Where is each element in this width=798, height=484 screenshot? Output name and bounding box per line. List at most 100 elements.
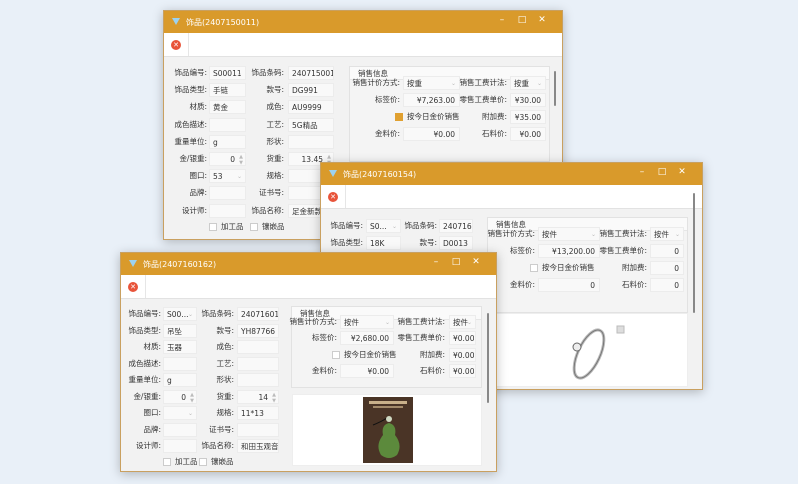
checkbox-1[interactable]: 镶嵌品: [250, 221, 285, 233]
extra-field[interactable]: ¥0.00: [449, 347, 476, 362]
close-record-icon[interactable]: ✕: [328, 192, 338, 202]
checkbox-0[interactable]: 加工品: [163, 456, 198, 468]
checkbox-box[interactable]: [530, 264, 538, 272]
field-input[interactable]: [237, 422, 279, 437]
sales-info-group: 销售信息 销售计价方式: 按重 ⌄ 销售工费计法: 按重 ⌄ 标签价: ¥7,263.00 零售工…: [349, 66, 550, 162]
field-input[interactable]: [288, 134, 334, 149]
pricing-label: 销售计价方式:: [352, 78, 400, 87]
title-bar[interactable]: 饰品(2407160162) – □ ✕: [121, 253, 496, 275]
toolbar: ✕: [321, 185, 702, 209]
chevron-down-icon[interactable]: ⌄: [467, 316, 472, 328]
labor-label: 销售工费计法:: [599, 229, 647, 238]
checkbox-box[interactable]: [199, 457, 207, 466]
extra-label: 附加费:: [419, 349, 445, 359]
gold-label: 金料价:: [311, 366, 337, 376]
toolbar-divider: [345, 185, 346, 208]
field-input[interactable]: DG991: [288, 83, 334, 98]
chevron-down-icon[interactable]: ⌄: [675, 228, 680, 240]
checkbox-box[interactable]: [250, 222, 258, 231]
pendant-bead: [386, 416, 392, 422]
labor-field[interactable]: 按件 ⌄: [650, 227, 684, 241]
field-input[interactable]: 5G精品: [288, 117, 334, 132]
checkbox-box[interactable]: [332, 350, 340, 359]
title-bar[interactable]: 饰品(2407160154) – □ ✕: [321, 163, 702, 185]
minimize-button[interactable]: –: [494, 15, 510, 25]
field-input[interactable]: 2407150011: [288, 66, 334, 80]
unit_labor-field-value: 0: [674, 247, 679, 256]
field-input[interactable]: 14 ▲ ▼: [237, 389, 279, 404]
close-record-icon[interactable]: ✕: [171, 40, 181, 50]
stone-field-value: 0: [674, 281, 679, 290]
field-label: 饰品类型:: [330, 238, 363, 247]
field-label: 材质:: [143, 342, 161, 351]
checkbox-box[interactable]: [163, 457, 171, 466]
field-input[interactable]: 11*13: [237, 406, 279, 420]
unit_labor-label: 零售工费单价:: [599, 246, 647, 255]
field-label: 形状:: [216, 375, 234, 384]
scrollbar[interactable]: [693, 193, 695, 313]
close-button[interactable]: ✕: [674, 167, 690, 177]
checkbox-box[interactable]: [395, 113, 403, 121]
field-label: 成色描述:: [128, 358, 161, 368]
window-title: 饰品(2407150011): [186, 18, 260, 27]
pricing-label: 销售计价方式:: [487, 229, 535, 238]
checkbox-0[interactable]: 加工品: [209, 221, 244, 233]
extra-field-value: ¥0.00: [453, 350, 475, 360]
extra-field[interactable]: ¥35.00: [510, 110, 546, 124]
field-label: 金/银重:: [179, 154, 207, 163]
scrollbar[interactable]: [554, 71, 556, 106]
minimize-button[interactable]: –: [428, 257, 444, 267]
labor-label: 销售工费计法:: [397, 317, 445, 326]
field-label: 形状:: [266, 136, 284, 146]
unit_labor-field[interactable]: ¥0.00: [449, 331, 476, 346]
unit_labor-label: 零售工费单价:: [459, 95, 507, 104]
field-label: 规格:: [266, 171, 284, 181]
title-bar[interactable]: 饰品(2407150011) – □ ✕: [164, 11, 562, 33]
app-logo-icon: [172, 18, 180, 25]
field-input[interactable]: AU9999: [288, 100, 334, 115]
field-label: 成色:: [216, 342, 234, 351]
field-input-value: 11*13: [241, 409, 264, 418]
pricing-field-value: 按件: [542, 230, 557, 239]
stone-field[interactable]: ¥0.00: [510, 127, 546, 141]
labor-field[interactable]: 按重 ⌄: [510, 76, 546, 90]
poster-heading: [369, 401, 407, 404]
checkbox-1[interactable]: 镶嵌品: [199, 456, 234, 468]
checkbox-label: 镶嵌品: [211, 456, 234, 466]
unit_labor-field-value: ¥30.00: [514, 96, 541, 105]
close-record-icon[interactable]: ✕: [128, 282, 138, 292]
field-label: 饰品编号:: [330, 221, 363, 230]
field-label: 饰品名称:: [251, 205, 284, 215]
spin-arrows-icon[interactable]: ▲▼: [272, 392, 276, 403]
labor-field[interactable]: 按件 ⌄: [449, 315, 476, 329]
labor-label: 销售工费计法:: [459, 78, 507, 87]
unit_labor-field[interactable]: ¥30.00: [510, 93, 546, 107]
stone-field[interactable]: ¥0.00: [449, 364, 476, 379]
minimize-button[interactable]: –: [634, 167, 650, 177]
unit_labor-field[interactable]: 0: [650, 244, 684, 258]
ring-stone: [572, 342, 582, 352]
maximize-button[interactable]: □: [448, 257, 464, 267]
extra-field[interactable]: 0: [650, 261, 684, 275]
field-label: 金/银重:: [133, 391, 161, 401]
chevron-down-icon[interactable]: ⌄: [537, 77, 542, 89]
close-button[interactable]: ✕: [534, 15, 550, 25]
stone-field[interactable]: 0: [650, 278, 684, 292]
product-image: [292, 394, 482, 466]
close-button[interactable]: ✕: [468, 257, 484, 267]
pricing-label: 销售计价方式:: [289, 317, 337, 326]
field-label: 品牌:: [189, 188, 207, 198]
checkbox-label: 加工品: [221, 221, 244, 231]
poster-subheading: [373, 406, 403, 408]
field-input[interactable]: 和田玉观音: [237, 439, 279, 453]
field-label: 品牌:: [143, 424, 161, 434]
pricing-field-value: 按件: [344, 318, 359, 327]
maximize-button[interactable]: □: [654, 167, 670, 177]
stone-field-value: ¥0.00: [453, 367, 475, 377]
labor-field-value: 按重: [514, 79, 529, 88]
field-label: 设计师:: [135, 441, 161, 450]
extra-field-value: 0: [674, 264, 679, 273]
scrollbar[interactable]: [487, 313, 489, 403]
checkbox-box[interactable]: [209, 222, 217, 231]
maximize-button[interactable]: □: [514, 15, 530, 25]
